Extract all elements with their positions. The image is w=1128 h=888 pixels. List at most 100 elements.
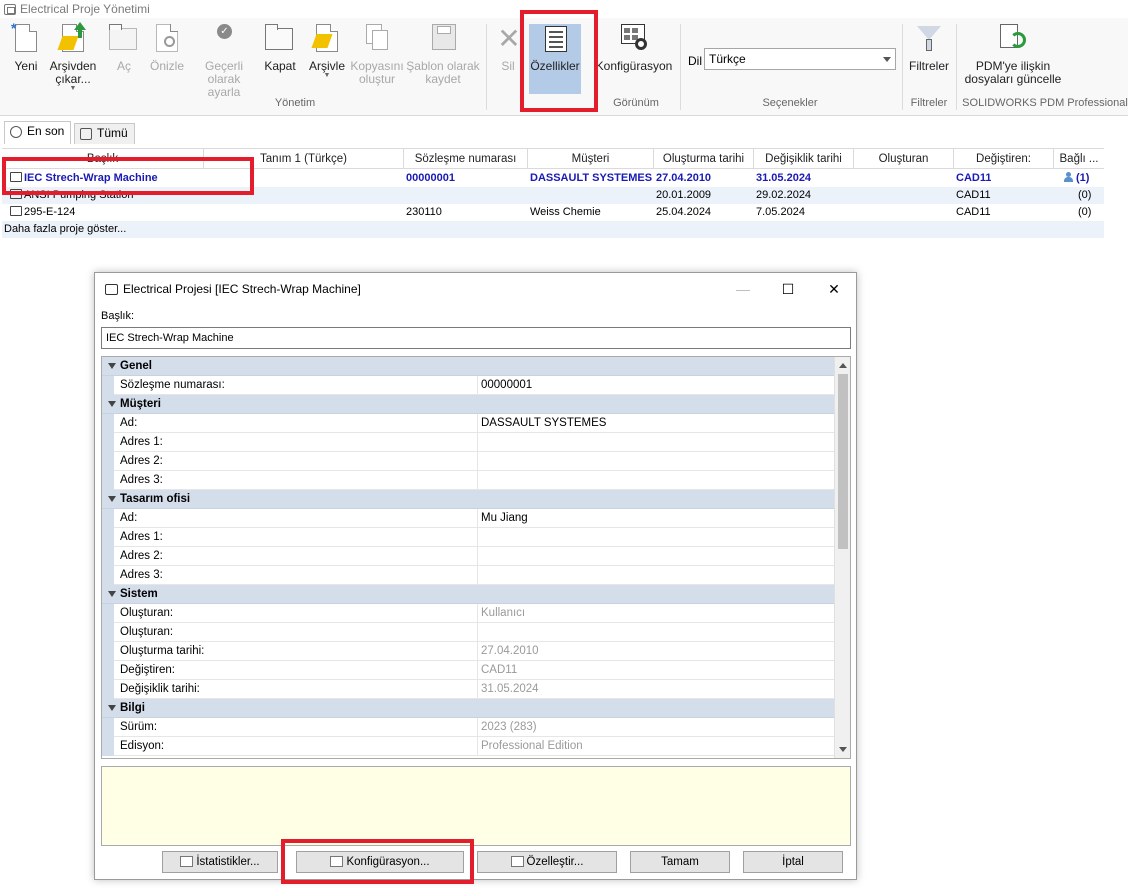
statistics-button[interactable]: İstatistikler... [162, 851, 278, 873]
tab-recent[interactable]: En son [4, 121, 72, 144]
properties-dialog: Electrical Projesi [IEC Strech-Wrap Mach… [94, 272, 857, 880]
funnel-icon [912, 22, 946, 56]
customize-user-icon [510, 856, 524, 867]
annotation-box-configuration [281, 839, 474, 884]
archive-button[interactable]: Arşivle ▼ [306, 22, 348, 79]
scrollbar-thumb[interactable] [838, 374, 848, 549]
table-row[interactable]: 295-E-124 230110 Weiss Chemie 25.04.2024… [2, 204, 1104, 221]
close-icon[interactable]: ✕ [811, 273, 857, 305]
scroll-down-icon[interactable] [839, 747, 847, 752]
save-template-icon [426, 22, 460, 56]
annotation-box-properties [520, 10, 598, 112]
language-label: Dil [688, 54, 702, 68]
description-panel [101, 766, 851, 846]
save-as-template-button[interactable]: Şablon olarak kaydet [406, 22, 480, 86]
dropdown-arrow-icon: ▼ [69, 85, 77, 92]
property-row[interactable]: Adres 3: [102, 566, 835, 585]
property-row[interactable]: Edisyon: Professional Edition [102, 737, 835, 756]
user-icon [1064, 172, 1073, 182]
copy-icon [360, 22, 394, 56]
collapse-triangle-icon [108, 705, 116, 711]
property-row[interactable]: Oluşturma tarihi: 27.04.2010 [102, 642, 835, 661]
separator [486, 24, 487, 110]
annotation-box-row [2, 157, 254, 195]
property-row[interactable]: Oluşturan: [102, 623, 835, 642]
group-label-pdm: SOLIDWORKS PDM Professional [962, 97, 1128, 109]
minimize-icon[interactable]: — [720, 273, 766, 305]
tab-all[interactable]: Tümü [74, 123, 135, 144]
category-sistem[interactable]: Sistem [102, 585, 835, 604]
collapse-triangle-icon [108, 591, 116, 597]
duplicate-button[interactable]: Kopyasını oluştur [350, 22, 404, 86]
collapse-triangle-icon [108, 496, 116, 502]
pdm-update-icon [996, 22, 1030, 56]
tab-bar: En son Tümü [0, 119, 1128, 145]
close-project-button[interactable]: Kapat [262, 22, 298, 73]
column-header-customer[interactable]: Müşteri [528, 149, 654, 169]
property-row[interactable]: Adres 1: [102, 433, 835, 452]
open-folder-icon [107, 22, 141, 56]
property-row[interactable]: Değişiklik tarihi: 31.05.2024 [102, 680, 835, 699]
set-active-button[interactable]: ✓ Geçerli olarak ayarla [190, 22, 258, 99]
check-out-button[interactable]: Arşivden çıkar... ▼ [46, 22, 100, 92]
show-more-link[interactable]: Daha fazla proje göster... [2, 221, 1104, 238]
check-out-icon [56, 22, 90, 56]
separator [902, 24, 903, 110]
new-button[interactable]: * Yeni [6, 21, 46, 73]
property-grid: Genel Sözleşme numarası: 00000001 Müşteri… [101, 356, 851, 759]
group-label-gorunum: Görünüm [613, 97, 659, 109]
title-field[interactable]: IEC Strech-Wrap Machine [101, 327, 851, 349]
column-header-linked[interactable]: Bağlı ... [1054, 149, 1104, 169]
title-field-label: Başlık: [101, 310, 135, 322]
project-icon [10, 206, 22, 216]
collapse-triangle-icon [108, 363, 116, 369]
maximize-icon[interactable]: ☐ [765, 273, 811, 305]
preview-button[interactable]: Önizle [146, 22, 188, 73]
configuration-gear-icon [617, 22, 651, 56]
customize-button[interactable]: Özelleştir... [477, 851, 617, 873]
property-row[interactable]: Ad: DASSAULT SYSTEMES [102, 414, 835, 433]
group-label-filtreler: Filtreler [910, 97, 948, 109]
project-icon [105, 284, 118, 295]
property-row[interactable]: Sürüm: 2023 (283) [102, 718, 835, 737]
clock-icon [10, 126, 22, 138]
category-bilgi[interactable]: Bilgi [102, 699, 835, 718]
open-button[interactable]: Aç [104, 22, 144, 73]
property-row[interactable]: Adres 2: [102, 547, 835, 566]
group-label-secenekler: Seçenekler [762, 97, 818, 109]
configuration-button[interactable]: Konfigürasyon [592, 22, 676, 73]
chevron-down-icon [883, 57, 891, 62]
column-header-creator[interactable]: Oluşturan [854, 149, 954, 169]
property-row[interactable]: Ad: Mu Jiang [102, 509, 835, 528]
group-label-yonetim: Yönetim [274, 97, 316, 109]
collapse-triangle-icon [108, 401, 116, 407]
property-row[interactable]: Adres 2: [102, 452, 835, 471]
category-genel[interactable]: Genel [102, 357, 835, 376]
column-header-modifier[interactable]: Değiştiren: [954, 149, 1054, 169]
new-document-icon: * [9, 21, 43, 56]
window-title: Electrical Proje Yönetimi [20, 2, 150, 16]
app-icon [4, 3, 16, 15]
vertical-scrollbar[interactable] [834, 357, 850, 758]
separator [680, 24, 681, 110]
preview-icon [150, 22, 184, 56]
property-row[interactable]: Adres 3: [102, 471, 835, 490]
pdm-update-button[interactable]: PDM'ye ilişkin dosyaları güncelle [960, 22, 1066, 86]
cancel-button[interactable]: İptal [743, 851, 843, 873]
property-row[interactable]: Adres 1: [102, 528, 835, 547]
project-icon [80, 128, 92, 140]
scroll-up-icon[interactable] [839, 363, 847, 368]
column-header-modified[interactable]: Değişiklik tarihi [754, 149, 854, 169]
folder-icon [263, 22, 297, 56]
column-header-contract[interactable]: Sözleşme numarası [404, 149, 528, 169]
column-header-created[interactable]: Oluşturma tarihi [654, 149, 754, 169]
language-select[interactable]: Türkçe [704, 48, 896, 70]
property-row[interactable]: Değiştiren: CAD11 [102, 661, 835, 680]
category-musteri[interactable]: Müşteri [102, 395, 835, 414]
ok-button[interactable]: Tamam [630, 851, 730, 873]
category-tasarim-ofisi[interactable]: Tasarım ofisi [102, 490, 835, 509]
separator [956, 24, 957, 110]
property-row[interactable]: Oluşturan: Kullanıcı [102, 604, 835, 623]
property-row[interactable]: Sözleşme numarası: 00000001 [102, 376, 835, 395]
filters-button[interactable]: Filtreler [906, 22, 952, 73]
